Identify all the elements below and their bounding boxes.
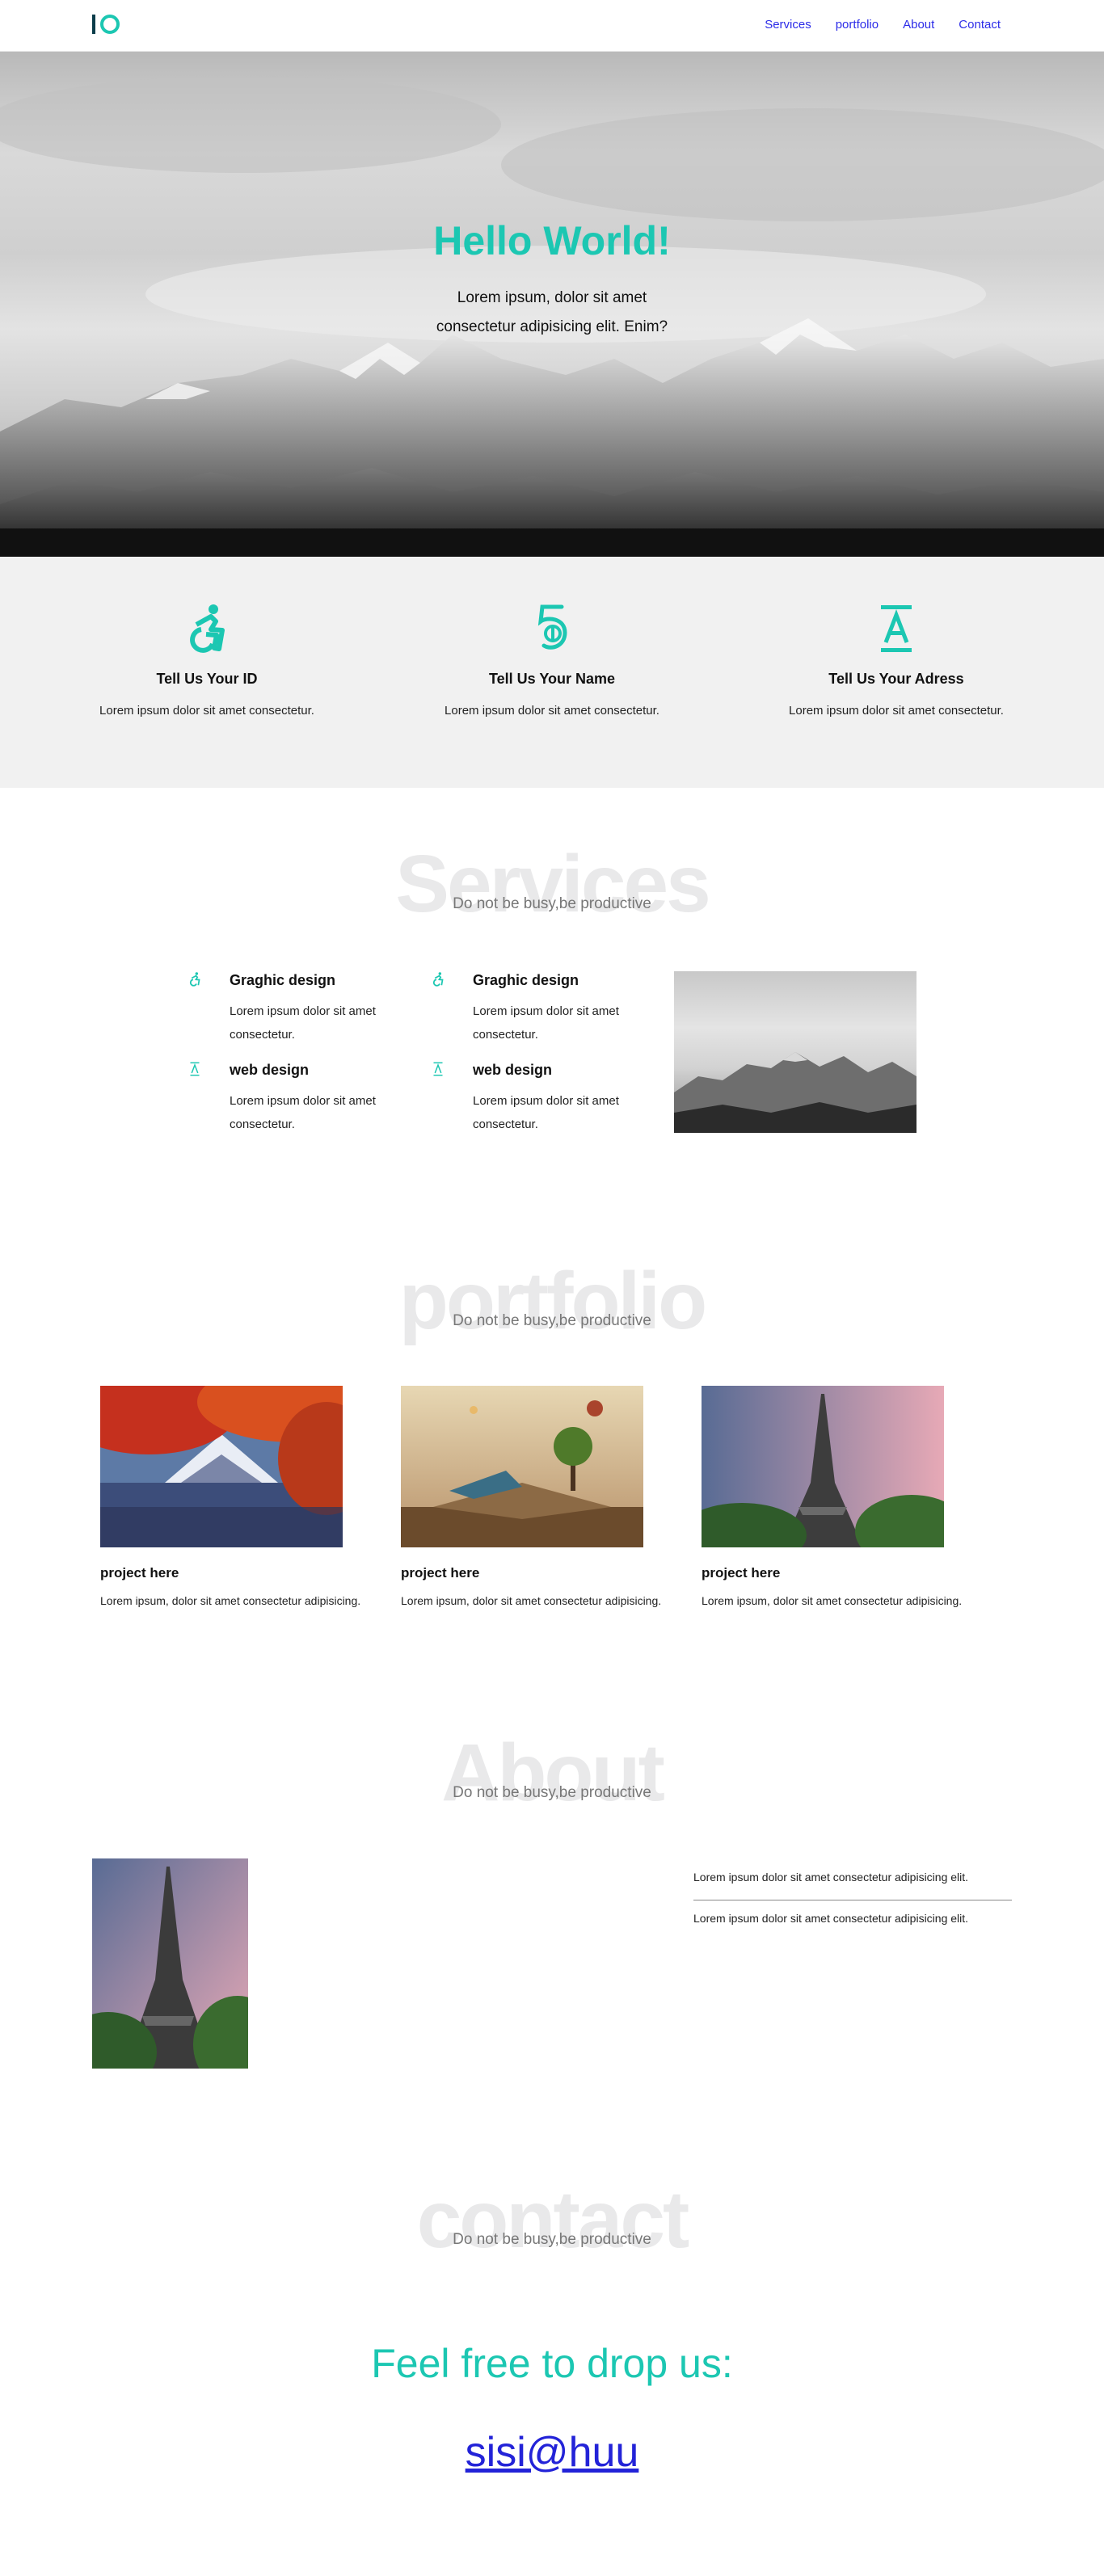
- portfolio-card[interactable]: project here Lorem ipsum, dolor sit amet…: [401, 1386, 692, 1607]
- nav-link-services[interactable]: Services: [765, 18, 811, 32]
- portfolio-card-text: Lorem ipsum, dolor sit amet consectetur …: [100, 1594, 361, 1607]
- services-header: Services Do not be busy,be productive: [0, 844, 1104, 924]
- logo-ring: [100, 15, 120, 34]
- portfolio-card-title: project here: [702, 1565, 781, 1581]
- feature-title: Tell Us Your ID: [156, 671, 258, 687]
- about-line: Lorem ipsum dolor sit amet consectetur a…: [693, 1912, 969, 1925]
- about-header: About Do not be busy,be productive: [0, 1732, 1104, 1813]
- portfolio-card-title: project here: [100, 1565, 179, 1581]
- page: Services portfolio About Contact Hello W…: [0, 0, 1104, 2576]
- feature-text: Lorem ipsum dolor sit amet consectetur.: [445, 704, 659, 718]
- text-height-icon: [881, 605, 912, 652]
- service-text: Lorem ipsum dolor sit amet consectetur.: [473, 1004, 619, 1042]
- five-hundred-px-icon: [537, 604, 567, 650]
- service-text: Lorem ipsum dolor sit amet consectetur.: [473, 1094, 619, 1131]
- about-line: Lorem ipsum dolor sit amet consectetur a…: [693, 1871, 969, 1884]
- feature-card: Tell Us Your ID Lorem ipsum dolor sit am…: [45, 601, 369, 718]
- nav-link-about[interactable]: About: [903, 18, 934, 32]
- portfolio-card[interactable]: project here Lorem ipsum, dolor sit amet…: [702, 1386, 992, 1607]
- nav-links: Services portfolio About Contact: [765, 18, 1001, 32]
- features-section: Tell Us Your ID Lorem ipsum dolor sit am…: [0, 557, 1104, 788]
- wheelchair-icon: [189, 972, 200, 987]
- portfolio-image-fuji: [100, 1386, 343, 1547]
- nav-link-contact[interactable]: Contact: [959, 18, 1001, 32]
- service-text: Lorem ipsum dolor sit amet consectetur.: [230, 1094, 376, 1131]
- logo-bar: [92, 15, 95, 34]
- hero-title: Hello World!: [433, 218, 671, 263]
- contact-headline: Feel free to drop us:: [371, 2341, 733, 2386]
- feature-title: Tell Us Your Name: [488, 671, 616, 687]
- service-title: Graghic design: [473, 972, 579, 988]
- portfolio-card-title: project here: [401, 1565, 480, 1581]
- about-eiffel-photo: [92, 1858, 248, 2069]
- text-height-icon: [433, 1062, 443, 1076]
- wheelchair-icon: [190, 604, 225, 653]
- portfolio-image-book: [401, 1386, 643, 1547]
- text-height-icon: [190, 1062, 200, 1076]
- navbar: Services portfolio About Contact: [0, 0, 1104, 52]
- feature-text: Lorem ipsum dolor sit amet consectetur.: [789, 704, 1004, 718]
- portfolio-image-eiffel: [702, 1386, 944, 1547]
- service-title: Graghic design: [230, 972, 336, 988]
- portfolio-header: portfolio Do not be busy,be productive: [0, 1261, 1104, 1341]
- portfolio-card[interactable]: project here Lorem ipsum, dolor sit amet…: [100, 1386, 391, 1607]
- about-subtitle: Do not be busy,be productive: [453, 1784, 651, 1801]
- portfolio-subtitle: Do not be busy,be productive: [453, 1312, 651, 1329]
- contact-header: contact Do not be busy,be productive: [0, 2179, 1104, 2260]
- feature-card: Tell Us Your Name Lorem ipsum dolor sit …: [390, 601, 714, 718]
- feature-card: Tell Us Your Adress Lorem ipsum dolor si…: [735, 601, 1058, 718]
- services-mountain-photo: [674, 971, 916, 1133]
- portfolio-card-text: Lorem ipsum, dolor sit amet consectetur …: [702, 1594, 963, 1607]
- nav-link-portfolio[interactable]: portfolio: [836, 18, 879, 32]
- feature-title: Tell Us Your Adress: [828, 671, 964, 687]
- contact-subtitle: Do not be busy,be productive: [453, 2231, 651, 2248]
- hero-text: Lorem ipsum, dolor sit amet consectetur …: [436, 289, 668, 335]
- contact-email: sisi@huu: [0, 2428, 1104, 2477]
- service-text: Lorem ipsum dolor sit amet consectetur.: [230, 1004, 376, 1042]
- portfolio-card-text: Lorem ipsum, dolor sit amet consectetur …: [401, 1594, 662, 1607]
- services-subtitle: Do not be busy,be productive: [453, 895, 651, 912]
- service-title: web design: [230, 1062, 310, 1078]
- hero-section: Hello World! Lorem ipsum, dolor sit amet…: [0, 52, 1104, 557]
- service-title: web design: [473, 1062, 553, 1078]
- wheelchair-icon: [432, 972, 444, 987]
- contact-email-link[interactable]: sisi@huu: [466, 2429, 639, 2476]
- logo[interactable]: [92, 15, 120, 34]
- feature-text: Lorem ipsum dolor sit amet consectetur.: [99, 704, 314, 718]
